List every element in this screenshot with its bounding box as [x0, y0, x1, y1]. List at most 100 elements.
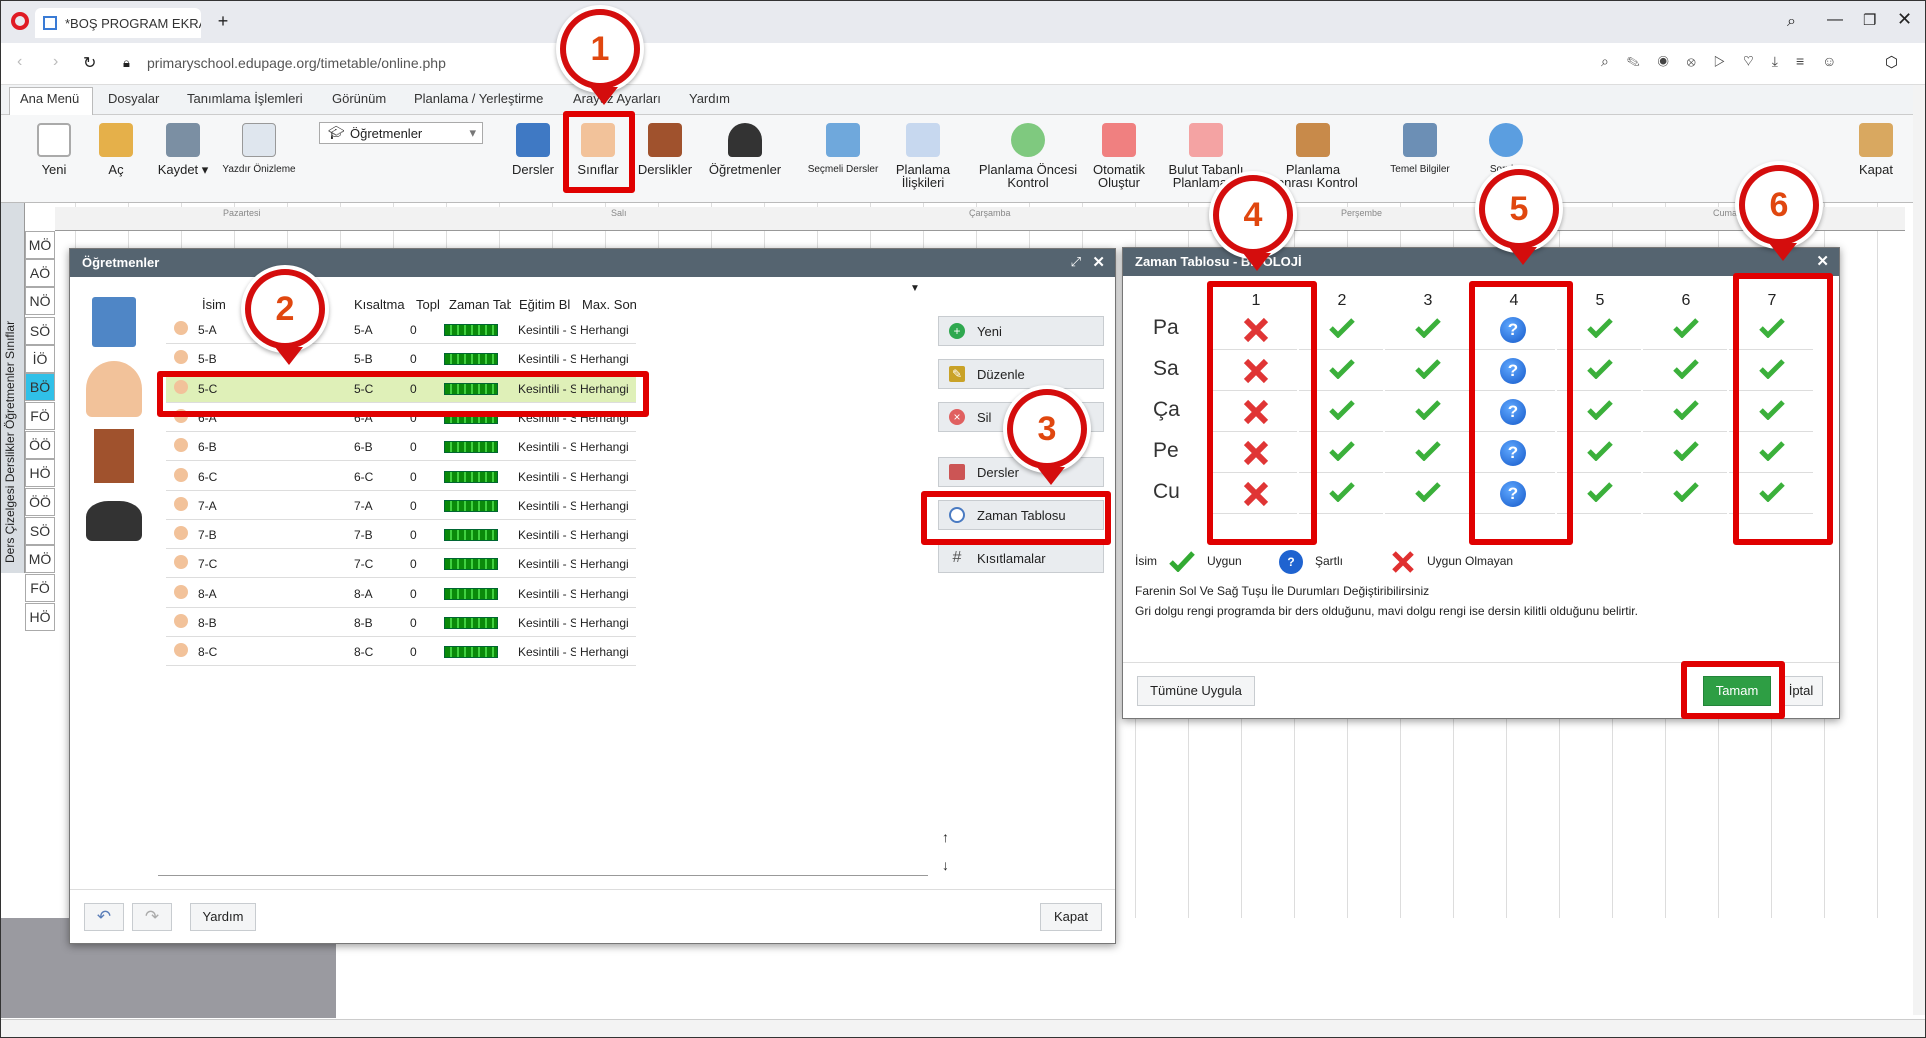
label: Sil — [977, 410, 992, 425]
availability-cell[interactable] — [1643, 433, 1727, 473]
close-button[interactable]: Kapat — [1040, 903, 1102, 931]
table-row[interactable]: 8-C 8-C 0 Kesintili - S Herhangi — [166, 637, 636, 667]
toolbar-icons[interactable]: ⌕✎◉⊗▷♡⤓≡☺ — [1601, 53, 1854, 70]
day-label[interactable]: Pa — [1153, 316, 1193, 340]
column-header[interactable]: Eğitim Bl — [519, 297, 575, 312]
period-header[interactable]: 6 — [1643, 292, 1729, 310]
day-label[interactable]: Ça — [1153, 398, 1193, 422]
move-down-icon[interactable]: ↓ — [942, 857, 949, 873]
new-button[interactable]: + Yeni — [938, 316, 1104, 346]
relations-button[interactable]: Planlama İlişkileri — [887, 123, 959, 189]
row-abbr: 8-C — [354, 645, 374, 660]
table-row[interactable]: 7-B 7-B 0 Kesintili - S Herhangi — [166, 520, 636, 550]
help-button[interactable]: Yardım — [190, 903, 256, 931]
menu-item[interactable]: Planlama / Yerleştirme — [414, 91, 543, 106]
lessons-side-icon[interactable] — [92, 297, 136, 347]
check-icon — [1587, 359, 1613, 379]
classrooms-button[interactable]: Derslikler — [635, 123, 695, 176]
side-tabs-label: Ders Çizelgesi Derslikler Öğretmenler Sı… — [3, 320, 17, 563]
print-preview-button[interactable]: Yazdır Önizleme — [219, 123, 299, 176]
redo-button[interactable]: ↷ — [132, 903, 172, 931]
table-row[interactable]: 7-C 7-C 0 Kesintili - S Herhangi — [166, 549, 636, 579]
open-button[interactable]: Aç — [93, 123, 139, 176]
back-icon[interactable]: ‹ — [17, 53, 22, 71]
menu-item[interactable]: Tanımlama İşlemleri — [187, 91, 303, 106]
extensions-icon[interactable]: ⬡ — [1885, 53, 1898, 71]
close-button[interactable]: Kapat — [1853, 123, 1899, 176]
column-header[interactable]: İsim — [202, 297, 226, 312]
row-abbr: 5-B — [354, 352, 373, 367]
pre-check-button[interactable]: Planlama Öncesi Kontrol — [973, 123, 1083, 189]
table-row[interactable]: 5-A 5-A 0 Kesintili - S Herhangi — [166, 315, 636, 344]
restore-icon[interactable]: ❐ — [1863, 11, 1876, 29]
edit-button[interactable]: ✎ Düzenle — [938, 359, 1104, 389]
column-header[interactable]: Topl — [416, 297, 440, 312]
day-label: Çarşamba — [969, 208, 1011, 218]
basic-info-button[interactable]: Temel Bilgiler — [1385, 123, 1455, 176]
constraints-button[interactable]: # Kısıtlamalar — [938, 543, 1104, 573]
availability-cell[interactable] — [1385, 433, 1469, 473]
lessons-button[interactable]: Dersler — [507, 123, 559, 176]
availability-cell[interactable] — [1385, 351, 1469, 391]
opera-logo[interactable] — [11, 12, 29, 30]
auto-generate-button[interactable]: Otomatik Oluştur — [1087, 123, 1151, 189]
reload-icon[interactable]: ↻ — [83, 53, 96, 73]
period-header[interactable]: 3 — [1385, 292, 1471, 310]
cancel-button[interactable]: İptal — [1779, 676, 1823, 706]
classrooms-side-icon[interactable] — [94, 429, 134, 483]
close-icon[interactable]: ✕ — [1092, 253, 1105, 271]
classes-side-icon[interactable] — [86, 361, 142, 417]
teachers-side-icon[interactable] — [86, 501, 142, 541]
timetable-mini-bar — [444, 529, 498, 542]
close-icon[interactable]: ✕ — [1816, 252, 1829, 270]
table-row[interactable]: 8-B 8-B 0 Kesintili - S Herhangi — [166, 608, 636, 637]
day-label[interactable]: Cu — [1153, 480, 1193, 504]
browser-tab[interactable]: *BOŞ PROGRAM EKRAN F — [35, 8, 201, 38]
availability-cell[interactable] — [1643, 474, 1727, 514]
label: Yazdır Önizleme — [222, 164, 296, 175]
day-label[interactable]: Sa — [1153, 357, 1193, 381]
table-row[interactable]: 6-B 6-B 0 Kesintili - S Herhangi — [166, 432, 636, 462]
view-select[interactable]: Öğretmenler ▾ 🎓︎ — [319, 122, 483, 144]
menu-item[interactable]: Dosyalar — [108, 91, 159, 106]
search-tabs-icon[interactable]: ⌕ — [1787, 13, 1796, 31]
new-tab-icon[interactable]: + — [213, 11, 233, 31]
column-header[interactable]: Max. Son — [582, 297, 638, 312]
availability-cell[interactable] — [1385, 310, 1469, 350]
availability-cell[interactable] — [1643, 310, 1727, 350]
vertical-scrollbar[interactable] — [1913, 85, 1925, 1015]
url-field[interactable]: primaryschool.edupage.org/timetable/onli… — [147, 55, 446, 71]
availability-cell[interactable] — [1643, 351, 1727, 391]
apply-all-button[interactable]: Tümüne Uygula — [1137, 676, 1255, 706]
teachers-button[interactable]: Öğretmenler — [705, 123, 785, 176]
check-icon — [1673, 359, 1699, 379]
row-abbr: 7-C — [354, 557, 374, 572]
callout-number: 2 — [251, 275, 319, 343]
menu-item[interactable]: Ana Menü — [20, 91, 79, 106]
table-row[interactable]: 7-A 7-A 0 Kesintili - S Herhangi — [166, 491, 636, 520]
undo-button[interactable]: ↶ — [84, 903, 124, 931]
save-button[interactable]: Kaydet ▾ — [153, 123, 213, 176]
forward-icon[interactable]: › — [53, 53, 58, 71]
column-header[interactable]: Zaman Tab — [449, 297, 511, 312]
menu-item[interactable]: Görünüm — [332, 91, 386, 106]
table-row[interactable]: 6-C 6-C 0 Kesintili - S Herhangi — [166, 462, 636, 491]
side-tabs[interactable]: Ders Çizelgesi Derslikler Öğretmenler Sı… — [1, 203, 25, 573]
building-icon — [1403, 123, 1437, 157]
minimize-icon[interactable]: — — [1827, 11, 1843, 29]
day-label[interactable]: Pe — [1153, 439, 1193, 463]
move-up-icon[interactable]: ↑ — [942, 829, 949, 845]
column-header[interactable]: Kısaltma — [354, 297, 405, 312]
table-row[interactable]: 8-A 8-A 0 Kesintili - S Herhangi — [166, 579, 636, 608]
availability-cell[interactable] — [1385, 474, 1469, 514]
maximize-icon[interactable]: ⤢ — [1071, 254, 1081, 270]
table-row[interactable]: 5-B 5-B 0 Kesintili - S Herhangi — [166, 344, 636, 374]
availability-cell[interactable] — [1385, 392, 1469, 432]
new-button[interactable]: Yeni — [31, 123, 77, 176]
electives-button[interactable]: Seçmeli Dersler — [803, 123, 883, 176]
column-menu-icon[interactable]: ▼ — [910, 283, 920, 294]
horizontal-scrollbar[interactable] — [1, 1019, 1925, 1037]
close-window-icon[interactable]: ✕ — [1897, 9, 1912, 30]
availability-cell[interactable] — [1643, 392, 1727, 432]
menu-item[interactable]: Yardım — [689, 91, 730, 106]
